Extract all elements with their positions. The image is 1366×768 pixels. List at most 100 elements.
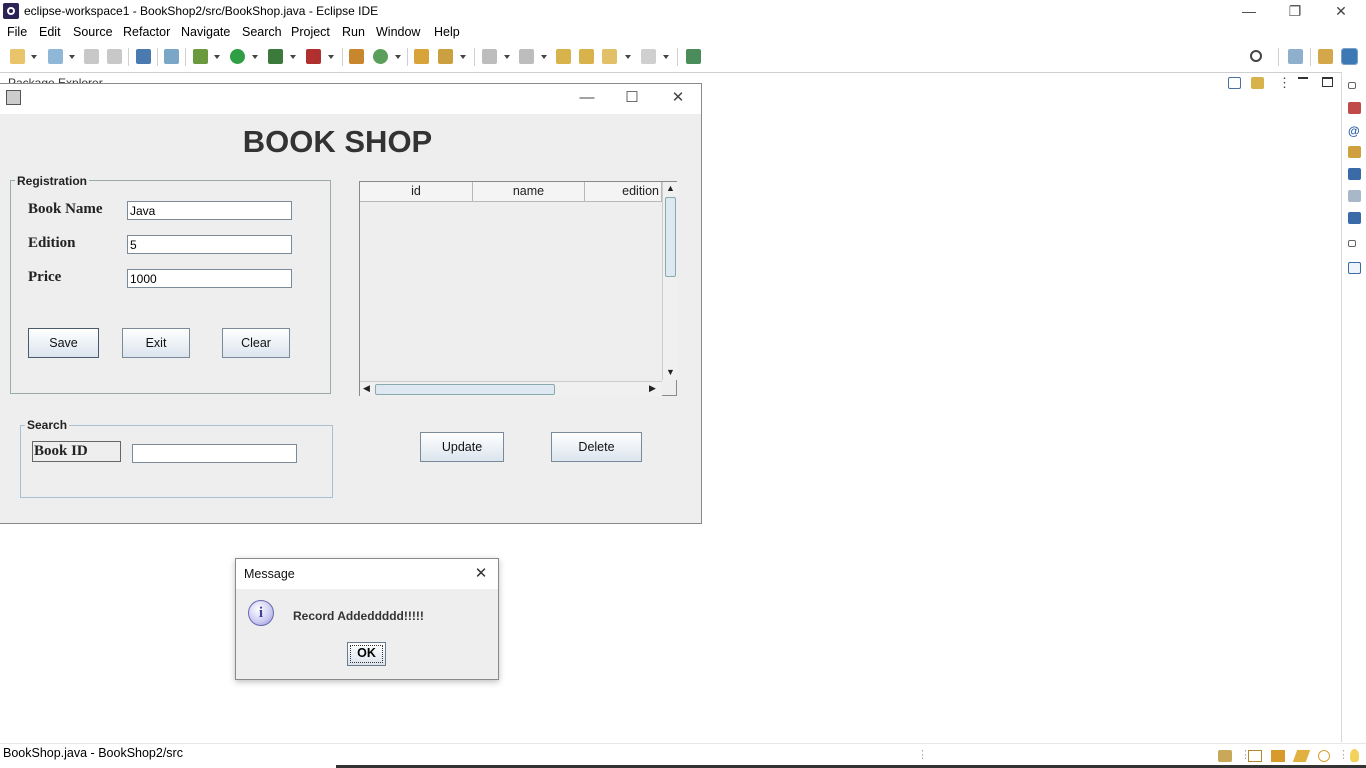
menu-window[interactable]: Window [376, 25, 420, 39]
chevron-down-icon[interactable] [625, 55, 631, 59]
scroll-down-icon[interactable]: ▼ [666, 367, 675, 377]
menu-project[interactable]: Project [291, 25, 330, 39]
horizontal-scroll-thumb[interactable] [375, 384, 555, 395]
menu-search[interactable]: Search [242, 25, 282, 39]
chevron-down-icon[interactable] [504, 55, 510, 59]
book-name-input[interactable]: Java [127, 201, 292, 220]
chevron-down-icon[interactable] [69, 55, 75, 59]
toolbar-separator [677, 48, 678, 66]
menu-help[interactable]: Help [434, 25, 460, 39]
open-perspective-icon[interactable] [1288, 49, 1303, 64]
vertical-scroll-thumb[interactable] [665, 197, 676, 277]
scroll-up-icon[interactable]: ▲ [666, 183, 675, 193]
task-list-icon[interactable] [1348, 212, 1361, 224]
price-input[interactable]: 1000 [127, 269, 292, 288]
save-icon[interactable] [84, 49, 99, 64]
debug-icon[interactable] [193, 49, 208, 64]
terminal-icon[interactable] [136, 49, 151, 64]
save-all-icon[interactable] [107, 49, 122, 64]
whats-new-icon[interactable] [1318, 750, 1330, 762]
chevron-down-icon[interactable] [663, 55, 669, 59]
ok-button[interactable]: OK [347, 642, 386, 666]
chevron-down-icon[interactable] [395, 55, 401, 59]
menu-navigate[interactable]: Navigate [181, 25, 230, 39]
books-table[interactable]: id name edition ▲ ▼ ◀ ▶ [359, 181, 677, 396]
vertical-scrollbar[interactable]: ▲ ▼ [662, 182, 677, 380]
column-header-edition[interactable]: edition [585, 182, 662, 202]
java-perspective-icon[interactable] [1341, 48, 1358, 65]
problems-icon[interactable] [1348, 102, 1361, 114]
close-button[interactable]: ✕ [1318, 0, 1364, 23]
skip-breakpoints-icon[interactable] [164, 49, 179, 64]
menu-run[interactable]: Run [342, 25, 365, 39]
welcome-icon[interactable] [1248, 750, 1262, 762]
minimize-view-icon[interactable] [1298, 77, 1308, 79]
chevron-down-icon[interactable] [290, 55, 296, 59]
back-icon[interactable] [602, 49, 617, 64]
scroll-left-icon[interactable]: ◀ [363, 383, 370, 394]
clear-button[interactable]: Clear [222, 328, 290, 358]
outline-icon[interactable] [1348, 190, 1361, 202]
restore-button[interactable]: ❐ [1272, 0, 1318, 23]
minimize-button[interactable]: — [1226, 0, 1272, 23]
lightbulb-icon[interactable] [1350, 749, 1359, 762]
samples-icon[interactable] [1292, 750, 1311, 762]
close-icon[interactable]: ✕ [663, 88, 693, 108]
update-button[interactable]: Update [420, 432, 504, 462]
column-header-name[interactable]: name [473, 182, 585, 202]
menu-refactor[interactable]: Refactor [123, 25, 170, 39]
menu-edit[interactable]: Edit [39, 25, 61, 39]
external-tools-icon[interactable] [306, 49, 321, 64]
forward-icon[interactable] [641, 49, 656, 64]
restore-stack-icon[interactable] [1348, 240, 1356, 247]
java-ee-perspective-icon[interactable] [1318, 49, 1333, 64]
javadoc-icon[interactable]: @ [1348, 124, 1361, 138]
book-name-label: Book Name [28, 201, 103, 217]
chevron-down-icon[interactable] [214, 55, 220, 59]
new-package-icon[interactable] [349, 49, 364, 64]
open-icon[interactable] [48, 49, 63, 64]
edition-input[interactable]: 5 [127, 235, 292, 254]
exit-button[interactable]: Exit [122, 328, 190, 358]
prev-annotation-icon[interactable] [519, 49, 534, 64]
chevron-down-icon[interactable] [460, 55, 466, 59]
minimize-icon[interactable]: — [572, 88, 602, 108]
horizontal-scrollbar[interactable]: ◀ ▶ [360, 381, 662, 396]
new-class-icon[interactable] [373, 49, 388, 64]
chevron-down-icon[interactable] [252, 55, 258, 59]
declaration-icon[interactable] [1348, 146, 1361, 158]
next-annotation-icon[interactable] [482, 49, 497, 64]
chevron-down-icon[interactable] [31, 55, 37, 59]
notification-icon[interactable] [1218, 750, 1232, 762]
link-editor-icon[interactable] [1251, 77, 1264, 89]
status-divider-icon: ⋮ [917, 749, 928, 761]
save-button[interactable]: Save [28, 328, 99, 358]
last-edit-icon[interactable] [556, 49, 571, 64]
menu-file[interactable]: File [7, 25, 27, 39]
maximize-icon[interactable]: ☐ [617, 88, 647, 108]
run-icon[interactable] [230, 49, 245, 64]
window-title: eclipse-workspace1 - BookShop2/src/BookS… [24, 4, 379, 18]
close-icon[interactable]: ✕ [468, 563, 494, 585]
scroll-right-icon[interactable]: ▶ [649, 383, 656, 394]
column-header-id[interactable]: id [360, 182, 473, 202]
tutorials-icon[interactable] [1271, 750, 1285, 762]
view-menu-icon[interactable]: ⋮ [1278, 75, 1291, 91]
search-tool-icon[interactable] [438, 49, 453, 64]
coverage-icon[interactable] [268, 49, 283, 64]
chevron-down-icon[interactable] [541, 55, 547, 59]
open-type-icon[interactable] [414, 49, 429, 64]
maximize-view-icon[interactable] [1322, 77, 1333, 87]
delete-button[interactable]: Delete [551, 432, 642, 462]
package-explorer-icon[interactable] [1348, 262, 1361, 274]
book-id-input[interactable] [132, 444, 297, 463]
menu-source[interactable]: Source [73, 25, 113, 39]
search-icon[interactable] [1250, 50, 1262, 62]
new-icon[interactable] [10, 49, 25, 64]
restore-stack-icon[interactable] [1348, 82, 1356, 89]
pin-editor-icon[interactable] [686, 49, 701, 64]
console-icon[interactable] [1348, 168, 1361, 180]
collapse-all-icon[interactable] [1228, 77, 1241, 89]
forward-edit-icon[interactable] [579, 49, 594, 64]
chevron-down-icon[interactable] [328, 55, 334, 59]
